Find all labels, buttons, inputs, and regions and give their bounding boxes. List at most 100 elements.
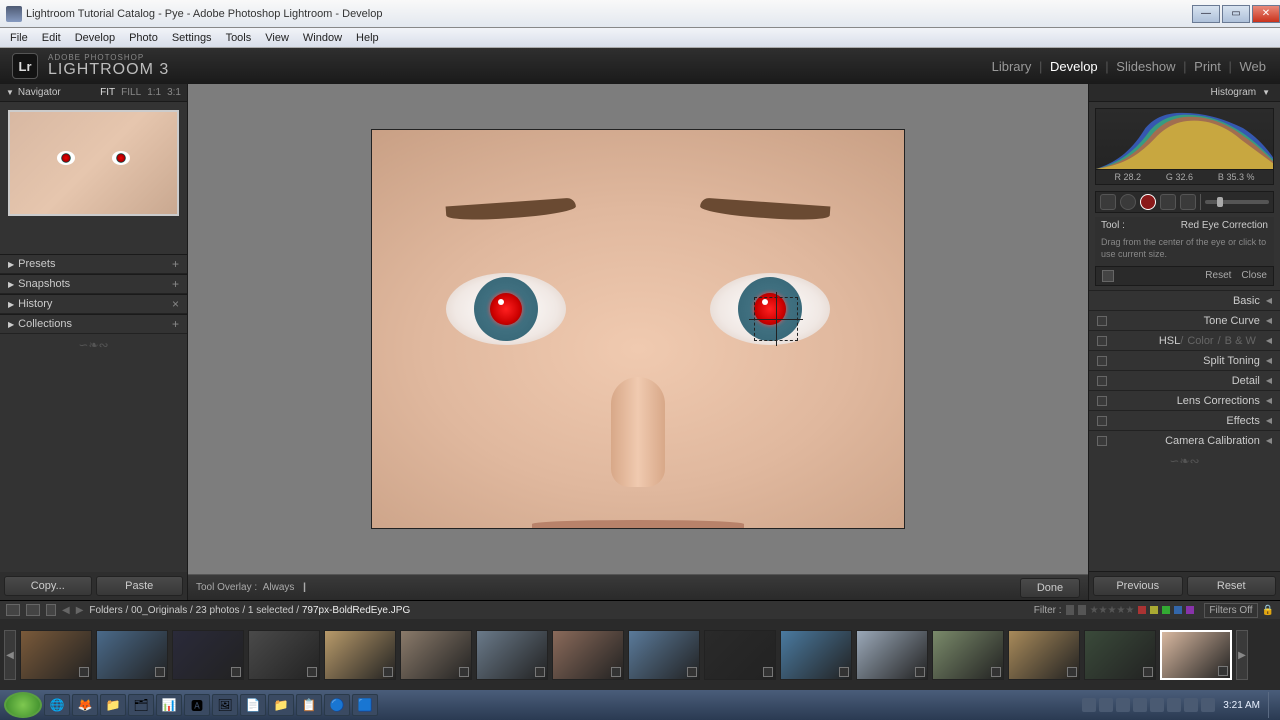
module-develop[interactable]: Develop	[1050, 59, 1098, 74]
rating-stars[interactable]: ★★★★★	[1090, 605, 1135, 616]
menu-edit[interactable]: Edit	[36, 30, 67, 46]
filmstrip-left-arrow[interactable]: ◀	[4, 630, 16, 680]
filmstrip-thumbs[interactable]: ◀ ▶	[0, 619, 1280, 691]
filmstrip-thumb[interactable]	[1084, 630, 1156, 680]
label-blue[interactable]	[1174, 606, 1182, 614]
filmstrip-thumb[interactable]	[1008, 630, 1080, 680]
menu-view[interactable]: View	[259, 30, 295, 46]
navigator-thumbnail[interactable]	[8, 110, 179, 216]
section-snapshots[interactable]: ▶Snapshots+	[0, 274, 187, 294]
zoom-3to1[interactable]: 3:1	[167, 87, 181, 98]
start-button[interactable]	[4, 692, 42, 718]
filmstrip-thumb[interactable]	[96, 630, 168, 680]
filmstrip-thumb[interactable]	[856, 630, 928, 680]
tray-icon[interactable]	[1099, 698, 1113, 712]
copy-button[interactable]: Copy...	[4, 576, 92, 596]
tool-size-slider[interactable]	[1205, 200, 1269, 204]
filmstrip-thumb[interactable]	[324, 630, 396, 680]
paste-button[interactable]: Paste	[96, 576, 184, 596]
section-detail[interactable]: Detail◀	[1089, 370, 1280, 390]
filmstrip-right-arrow[interactable]: ▶	[1236, 630, 1248, 680]
filter-lock-icon[interactable]: 🔒	[1262, 605, 1274, 616]
tray-icon[interactable]	[1167, 698, 1181, 712]
module-library[interactable]: Library	[992, 59, 1032, 74]
filmstrip-thumb[interactable]	[552, 630, 624, 680]
reset-button[interactable]: Reset	[1187, 576, 1277, 596]
tool-reset-button[interactable]: Reset	[1205, 270, 1231, 282]
filmstrip-thumb[interactable]	[248, 630, 320, 680]
section-lens[interactable]: Lens Corrections◀	[1089, 390, 1280, 410]
histogram-chart[interactable]	[1095, 108, 1274, 170]
tool-close-button[interactable]: Close	[1241, 270, 1267, 282]
taskbar-app-icon[interactable]: 🦊	[72, 694, 98, 716]
filmstrip-thumb[interactable]	[704, 630, 776, 680]
filmstrip-thumb[interactable]	[172, 630, 244, 680]
taskbar-app-icon[interactable]: 🔵	[324, 694, 350, 716]
main-display-icon[interactable]	[6, 604, 20, 616]
previous-button[interactable]: Previous	[1093, 576, 1183, 596]
brush-tool-icon[interactable]	[1180, 194, 1196, 210]
section-effects[interactable]: Effects◀	[1089, 410, 1280, 430]
menu-develop[interactable]: Develop	[69, 30, 121, 46]
grad-tool-icon[interactable]	[1160, 194, 1176, 210]
filmstrip-thumb[interactable]	[476, 630, 548, 680]
section-collections[interactable]: ▶Collections+	[0, 314, 187, 334]
filters-off-button[interactable]: Filters Off	[1204, 603, 1257, 618]
tray-icon[interactable]	[1201, 698, 1215, 712]
crop-tool-icon[interactable]	[1100, 194, 1116, 210]
taskbar-app-icon[interactable]: 📁	[268, 694, 294, 716]
red-eye-cursor[interactable]	[754, 297, 798, 341]
section-split-toning[interactable]: Split Toning◀	[1089, 350, 1280, 370]
taskbar-app-icon[interactable]: 📋	[296, 694, 322, 716]
module-web[interactable]: Web	[1240, 59, 1267, 74]
filmstrip-thumb[interactable]	[932, 630, 1004, 680]
label-purple[interactable]	[1186, 606, 1194, 614]
flag-icon[interactable]	[1078, 605, 1086, 615]
window-minimize-button[interactable]: —	[1192, 5, 1220, 23]
filmstrip-thumb[interactable]	[628, 630, 700, 680]
menu-tools[interactable]: Tools	[220, 30, 258, 46]
taskbar-app-icon[interactable]: 📄	[240, 694, 266, 716]
menu-window[interactable]: Window	[297, 30, 348, 46]
done-button[interactable]: Done	[1020, 578, 1080, 598]
tool-overlay-value[interactable]: Always	[263, 582, 295, 593]
show-desktop-button[interactable]	[1268, 692, 1276, 718]
taskbar-app-icon[interactable]: 🖼	[212, 694, 238, 716]
window-close-button[interactable]: ✕	[1252, 5, 1280, 23]
module-slideshow[interactable]: Slideshow	[1116, 59, 1175, 74]
zoom-fill[interactable]: FILL	[121, 87, 141, 98]
flag-icon[interactable]	[1066, 605, 1074, 615]
filmstrip-thumb[interactable]	[780, 630, 852, 680]
menu-settings[interactable]: Settings	[166, 30, 218, 46]
taskbar-app-icon[interactable]: 🟦	[352, 694, 378, 716]
tray-icon[interactable]	[1116, 698, 1130, 712]
section-basic[interactable]: Basic◀	[1089, 290, 1280, 310]
label-yellow[interactable]	[1150, 606, 1158, 614]
taskbar-app-icon[interactable]: 🌐	[44, 694, 70, 716]
filmstrip-thumb[interactable]	[400, 630, 472, 680]
taskbar-app-icon[interactable]: 🅰	[184, 694, 210, 716]
section-camera-calibration[interactable]: Camera Calibration◀	[1089, 430, 1280, 450]
section-history[interactable]: ▶History×	[0, 294, 187, 314]
taskbar-clock[interactable]: 3:21 AM	[1223, 700, 1260, 711]
module-print[interactable]: Print	[1194, 59, 1221, 74]
taskbar-app-icon[interactable]: 📊	[156, 694, 182, 716]
tray-icon[interactable]	[1150, 698, 1164, 712]
filmstrip-thumb[interactable]	[20, 630, 92, 680]
dropdown-icon[interactable]: ▕▏	[298, 583, 310, 592]
window-maximize-button[interactable]: ▭	[1222, 5, 1250, 23]
section-tone-curve[interactable]: Tone Curve◀	[1089, 310, 1280, 330]
grid-icon[interactable]	[46, 604, 56, 616]
spot-tool-icon[interactable]	[1120, 194, 1136, 210]
section-presets[interactable]: ▶Presets+	[0, 254, 187, 274]
taskbar-app-icon[interactable]: 🗂	[128, 694, 154, 716]
zoom-fit[interactable]: FIT	[100, 87, 115, 98]
second-display-icon[interactable]	[26, 604, 40, 616]
label-red[interactable]	[1138, 606, 1146, 614]
menu-help[interactable]: Help	[350, 30, 385, 46]
filmstrip-thumb[interactable]	[1160, 630, 1232, 680]
photo-preview[interactable]	[372, 130, 904, 528]
red-eye-tool-icon[interactable]	[1140, 194, 1156, 210]
zoom-1to1[interactable]: 1:1	[147, 87, 161, 98]
tool-switch-icon[interactable]	[1102, 270, 1114, 282]
